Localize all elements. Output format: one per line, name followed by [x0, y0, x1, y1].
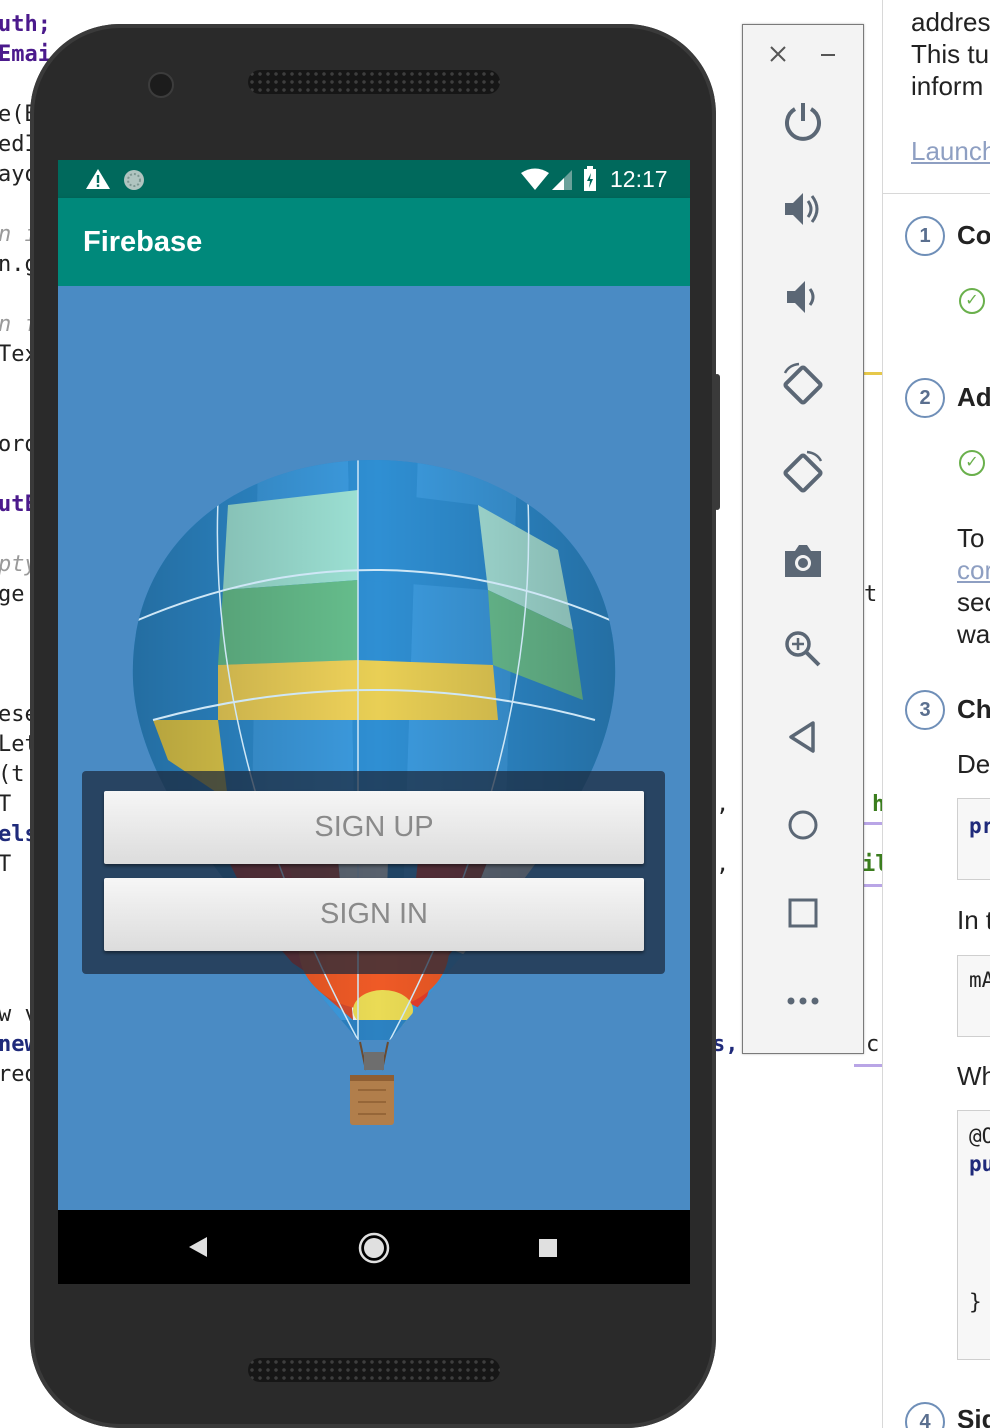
code-line: uth;	[0, 12, 51, 37]
step-2-text-1: To	[957, 523, 985, 553]
underline-marker	[864, 884, 882, 887]
step-1-title[interactable]: Co	[957, 220, 990, 251]
code-line: Emai	[0, 42, 51, 67]
nav-bar	[58, 1210, 690, 1284]
underline-marker	[864, 822, 882, 825]
code-snippet-box	[957, 798, 990, 880]
home-icon[interactable]	[358, 1232, 390, 1264]
rotate-right-button[interactable]	[773, 443, 833, 503]
step-4-number: 4	[905, 1402, 945, 1428]
code-snippet-text: mA	[969, 968, 990, 992]
close-icon[interactable]	[769, 45, 787, 63]
wifi-icon	[521, 168, 549, 190]
code-snippet-text: @O	[969, 1124, 990, 1148]
code-line: T	[0, 792, 12, 817]
hot-air-balloon-image	[132, 460, 616, 1125]
step-3-text-de: De	[957, 749, 990, 779]
auth-button-panel: SIGN UP SIGN IN	[82, 771, 665, 974]
check-icon: ✓	[959, 288, 985, 314]
home-nav-button[interactable]	[773, 795, 833, 855]
step-1-number: 1	[905, 216, 945, 256]
intro-line-2: This tu	[911, 39, 990, 69]
front-camera	[148, 72, 174, 98]
code-line: (t	[0, 762, 25, 787]
power-button[interactable]	[773, 91, 833, 151]
step-2-link[interactable]: cor	[957, 554, 990, 586]
code-fragment: c	[866, 1032, 880, 1057]
step-2-number: 2	[905, 378, 945, 418]
power-icon	[785, 103, 821, 141]
underline-marker	[854, 1064, 882, 1067]
zoom-button[interactable]	[773, 619, 833, 679]
status-bar: 12:17	[58, 160, 690, 198]
step-3-text-in: In t	[957, 905, 990, 935]
back-icon[interactable]	[188, 1236, 208, 1258]
home-icon	[788, 810, 818, 840]
side-button	[714, 392, 720, 510]
step-3-number: 3	[905, 690, 945, 730]
more-icon	[787, 997, 819, 1005]
step-2-title[interactable]: Ad	[957, 382, 990, 413]
rotate-left-icon	[783, 362, 823, 405]
overview-icon[interactable]	[538, 1238, 558, 1258]
step-4-title[interactable]: Sig	[957, 1404, 990, 1428]
app-bar: Firebase	[58, 198, 690, 286]
code-snippet-text: pr	[969, 814, 990, 838]
volume-down-icon	[787, 281, 815, 313]
sign-up-button[interactable]: SIGN UP	[104, 791, 644, 864]
sync-icon	[124, 170, 144, 190]
step-3-text-wh: Wh	[957, 1061, 990, 1091]
back-icon	[789, 721, 815, 753]
warning-icon	[86, 169, 110, 189]
volume-down-button[interactable]	[773, 267, 833, 327]
emulator-toolbar	[742, 24, 864, 1054]
code-snippet-text: pu	[969, 1152, 990, 1176]
rotate-right-icon	[783, 450, 823, 493]
code-line: ge	[0, 582, 25, 607]
code-fragment: ,	[716, 792, 730, 817]
gutter-marker	[862, 372, 882, 375]
step-3-title[interactable]: Ch	[957, 694, 990, 725]
back-nav-button[interactable]	[773, 707, 833, 767]
camera-icon	[785, 545, 821, 577]
screenshot-button[interactable]	[773, 531, 833, 591]
rotate-left-button[interactable]	[773, 355, 833, 415]
overview-nav-button[interactable]	[773, 883, 833, 943]
step-2-text-4: wa	[957, 619, 990, 649]
battery-charging-icon	[584, 166, 596, 191]
more-button[interactable]	[773, 971, 833, 1031]
code-snippet-text: }	[969, 1290, 982, 1314]
volume-up-icon	[785, 193, 819, 225]
phone-screen: 12:17 Firebase SIGN UP SIGN IN	[58, 160, 690, 1284]
code-line: T	[0, 852, 12, 877]
signal-icon	[552, 170, 572, 190]
volume-up-button[interactable]	[773, 179, 833, 239]
minimize-icon[interactable]	[819, 45, 837, 63]
status-time: 12:17	[610, 166, 668, 192]
bottom-speaker	[248, 1358, 500, 1382]
launch-link[interactable]: Launch	[911, 136, 990, 167]
app-title: Firebase	[83, 226, 203, 258]
sign-in-screen: SIGN UP SIGN IN	[58, 286, 690, 1210]
intro-line-3: inform	[911, 71, 984, 101]
code-fragment: ,	[716, 852, 730, 877]
divider	[883, 193, 990, 194]
overview-icon	[788, 898, 818, 928]
sign-in-button[interactable]: SIGN IN	[104, 878, 644, 951]
check-icon: ✓	[959, 450, 985, 476]
step-2-text-3: sec	[957, 587, 990, 617]
assistant-panel: addres This tu inform Launch 1 Co ✓ 2 Ad…	[882, 0, 990, 1428]
zoom-icon	[785, 631, 821, 667]
intro-line-1: addres	[911, 7, 990, 37]
top-speaker	[248, 70, 500, 94]
